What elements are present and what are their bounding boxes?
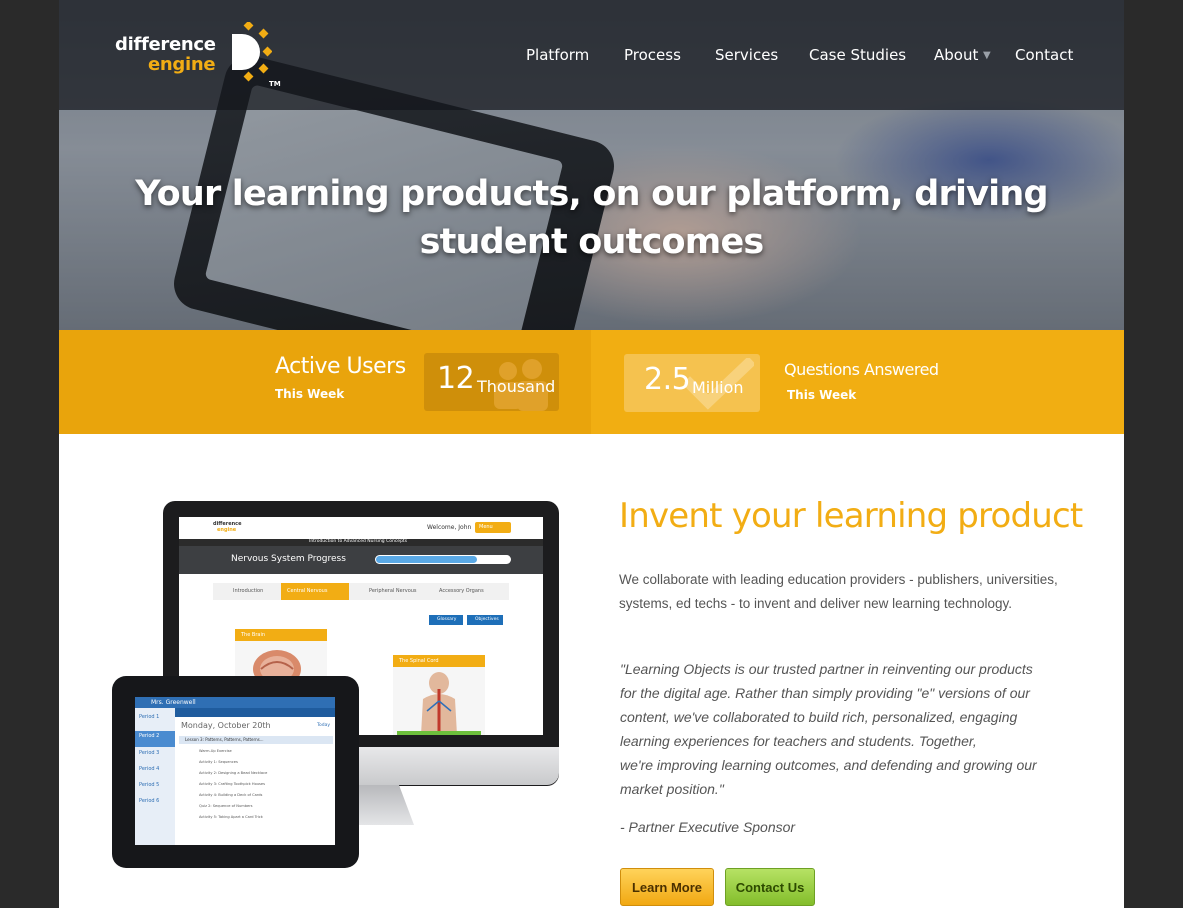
hero-banner: difference engine TM Platform Process Se… bbox=[59, 0, 1124, 400]
stat-title: Questions Answered bbox=[784, 360, 939, 379]
hero-headline: Your learning products, on our platform,… bbox=[59, 170, 1124, 266]
ipad-screen: Mrs. Greenwell Period 1 Period 2 Period … bbox=[135, 697, 335, 845]
stat-unit: Thousand bbox=[477, 377, 556, 396]
hero-headline-line1: Your learning products, on our platform,… bbox=[135, 174, 1048, 214]
progress-fill bbox=[376, 556, 477, 563]
testimonial-attribution: - Partner Executive Sponsor bbox=[620, 819, 796, 835]
stat-subtitle: This Week bbox=[787, 388, 857, 402]
nav-item-contact[interactable]: Contact bbox=[1015, 46, 1073, 64]
progress-title: Nervous System Progress bbox=[231, 554, 346, 564]
contact-us-button[interactable]: Contact Us bbox=[725, 868, 815, 906]
course-title: Introduction to Advanced Nursing Concept… bbox=[309, 539, 408, 544]
intro-paragraph: We collaborate with leading education pr… bbox=[619, 572, 1058, 611]
nav-item-services[interactable]: Services bbox=[715, 46, 778, 64]
nav-item-platform[interactable]: Platform bbox=[526, 46, 589, 64]
stat-value: 2.5 bbox=[644, 362, 691, 397]
testimonial-quote: "Learning Objects is our trusted partner… bbox=[620, 661, 1037, 797]
stat-subtitle: This Week bbox=[275, 387, 345, 401]
chevron-down-icon[interactable]: ▼ bbox=[983, 50, 991, 61]
stat-value-box: 12 Thousand bbox=[424, 353, 559, 411]
nav-item-process[interactable]: Process bbox=[624, 46, 681, 64]
nav-item-case-studies[interactable]: Case Studies bbox=[809, 46, 906, 64]
stat-value: 12 bbox=[437, 361, 475, 396]
hero-headline-line2: student outcomes bbox=[419, 222, 765, 262]
section-title: Invent your learning product bbox=[619, 496, 1083, 536]
product-device-mockup: difference engine Welcome, John Menu Int… bbox=[109, 497, 569, 892]
welcome-text: Welcome, John bbox=[427, 524, 472, 531]
page: difference engine TM Platform Process Se… bbox=[59, 0, 1124, 908]
menu-button: Menu bbox=[479, 524, 493, 530]
teacher-name: Mrs. Greenwell bbox=[151, 699, 196, 706]
stats-bar: Active Users This Week 12 Thousand 2.5 M… bbox=[59, 330, 1124, 434]
spinal-cord-illustration bbox=[421, 672, 457, 735]
stat-value-box: 2.5 Million bbox=[624, 354, 760, 412]
top-navigation-bar: difference engine TM Platform Process Se… bbox=[59, 0, 1124, 110]
learn-more-button[interactable]: Learn More bbox=[620, 868, 714, 906]
stat-active-users: Active Users This Week 12 Thousand bbox=[59, 330, 591, 434]
nav-item-about[interactable]: About bbox=[934, 46, 978, 64]
logo-trademark: TM bbox=[269, 80, 281, 88]
ipad-date: Monday, October 20th bbox=[181, 721, 271, 730]
stat-title: Active Users bbox=[275, 354, 406, 379]
main-nav: Platform Process Services Case Studies A… bbox=[59, 46, 1124, 68]
stat-unit: Million bbox=[692, 378, 744, 397]
